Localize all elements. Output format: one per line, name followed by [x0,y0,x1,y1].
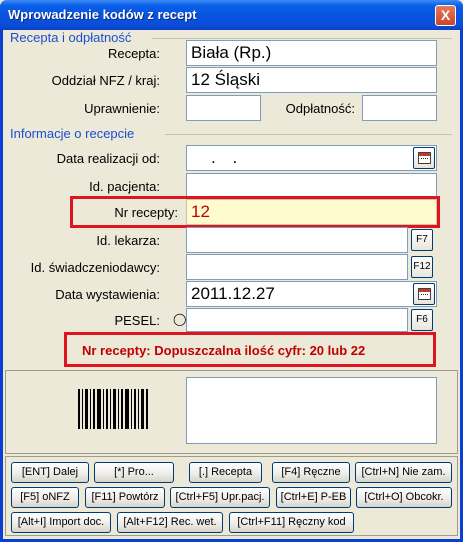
recepta-label: Recepta: [107,46,160,61]
f6-button[interactable]: F6 [411,309,433,331]
data-realizacji-field[interactable]: . . [186,145,437,171]
calendar-icon [418,152,431,164]
onfz-button[interactable]: [F5] oNFZ [11,487,79,508]
id-lekarza-label: Id. lekarza: [96,233,160,248]
id-lekarza-field[interactable] [186,227,408,253]
pesel-field[interactable] [186,308,408,332]
error-message: Nr recepty: Dopuszczalna ilość cyfr: 20 … [82,343,366,358]
close-button[interactable]: X [435,5,456,26]
barcode-icon [78,389,148,429]
data-realizacji-label: Data realizacji od: [56,151,160,166]
lightbulb-icon: ◯ [173,312,187,326]
pesel-label: PESEL: [114,313,160,328]
nr-recepty-field[interactable]: 12 [186,199,437,225]
id-swiadczeniodawcy-label: Id. świadczeniodawcy: [30,260,160,275]
reczny-kod-button[interactable]: [Ctrl+F11] Ręczny kod [229,512,354,533]
section-divider [165,134,452,135]
id-swiadczeniodawcy-field[interactable] [186,254,408,280]
obcokr-button[interactable]: [Ctrl+O] Obcokr. [356,487,452,508]
calendar-button[interactable] [413,147,435,169]
recepta-field[interactable]: Biała (Rp.) [186,40,437,66]
powtorz-button[interactable]: [F11] Powtórz [85,487,165,508]
dalej-button[interactable]: [ENT] Dalej [11,462,89,483]
id-pacjenta-field[interactable] [186,173,437,197]
barcode-input[interactable] [186,377,437,444]
f7-button[interactable]: F7 [411,229,433,251]
calendar-button[interactable] [413,283,435,305]
nr-recepty-label: Nr recepty: [114,205,178,220]
rec-wet-button[interactable]: [Alt+F12] Rec. wet. [117,512,223,533]
oddzial-label: Oddział NFZ / kraj: [51,73,160,88]
p-eb-button[interactable]: [Ctrl+E] P-EB [276,487,351,508]
title-bar: Wprowadzenie kodów z recept X [0,0,463,30]
section-title-recepta: Recepta i odpłatność [10,30,132,45]
section-title-info: Informacje o recepcie [10,126,135,141]
calendar-icon [418,288,431,300]
section-divider [152,38,452,39]
nie-zam-button[interactable]: [Ctrl+N] Nie zam. [355,462,452,483]
recepta-button[interactable]: [.] Recepta [189,462,262,483]
uprawnienie-field[interactable] [186,95,261,121]
window-title: Wprowadzenie kodów z recept [8,7,197,22]
reczne-button[interactable]: [F4] Ręczne [272,462,350,483]
f12-button[interactable]: F12 [411,256,433,278]
uprawnienie-label: Uprawnienie: [84,101,160,116]
pro-button[interactable]: [*] Pro... [94,462,174,483]
oddzial-field[interactable]: 12 Śląski [186,67,437,93]
id-pacjenta-label: Id. pacjenta: [89,179,160,194]
upr-pacj-button[interactable]: [Ctrl+F5] Upr.pacj. [170,487,270,508]
data-wystawienia-field[interactable]: 2011.12.27 [186,281,437,307]
data-wystawienia-label: Data wystawienia: [55,287,160,302]
odplatnosc-label: Odpłatność: [285,101,355,116]
import-doc-button[interactable]: [Alt+I] Import doc. [11,512,111,533]
odplatnosc-field[interactable] [362,95,437,121]
